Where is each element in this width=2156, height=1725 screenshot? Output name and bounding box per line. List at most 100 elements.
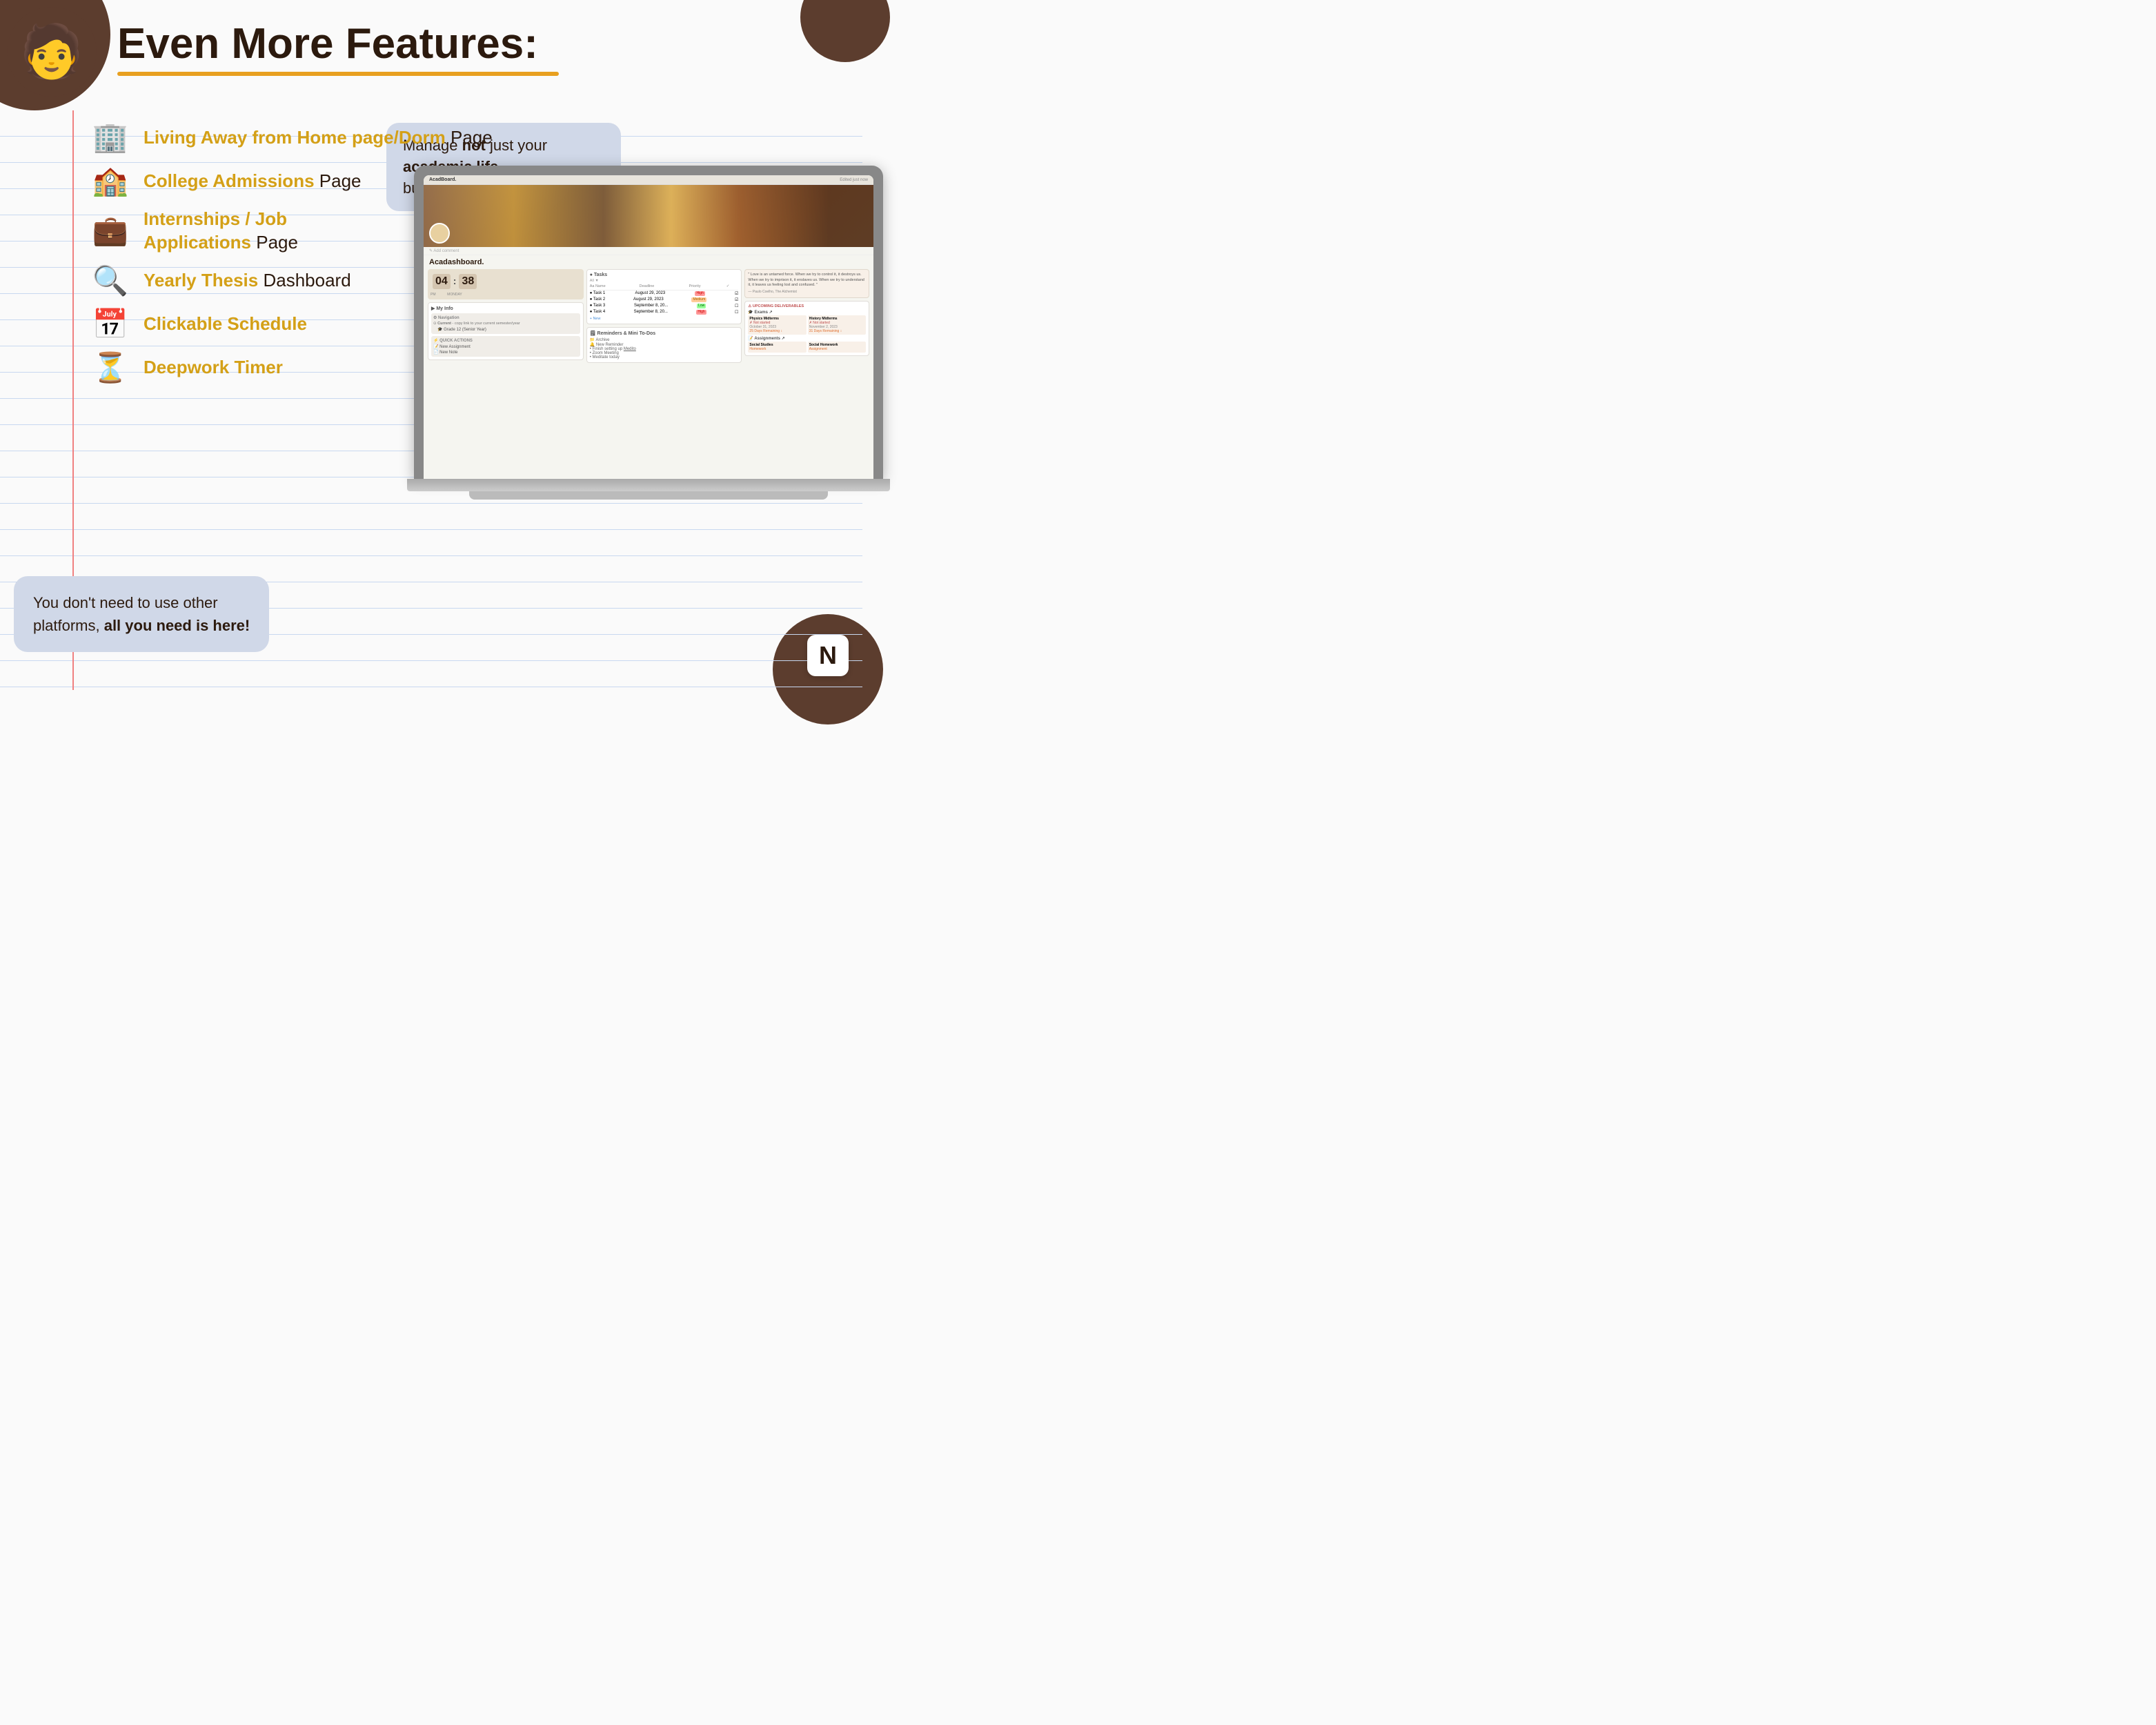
time-display: 04 : 38: [431, 272, 581, 291]
screen-middle-col: ● Tasks All ▼ Aa Name Deadline Priority …: [586, 269, 742, 363]
reminders-title: 🗒 Reminders & Mini To-Dos: [590, 331, 739, 336]
quote-author: — Paulo Coelho, The Alchemist: [748, 290, 866, 295]
assign-ss-type: Homework: [749, 347, 804, 351]
task-2-deadline: August 29, 2023: [633, 297, 664, 302]
task-3-name: ● Task 3: [590, 304, 606, 308]
feature-dorm-text: Living Away from Home page/Dorm Page: [144, 126, 493, 150]
nav-current: ⊙ Current - copy link to your current se…: [433, 322, 578, 326]
college-icon: 🏫: [90, 164, 131, 198]
new-task-btn[interactable]: + New: [590, 317, 739, 321]
laptop-base: [407, 479, 890, 491]
assignments-grid: Social Studies Homework Social Homework …: [748, 342, 866, 353]
task-1-deadline: August 29, 2023: [635, 291, 666, 296]
title-underline: [117, 72, 559, 76]
feature-timer-text: Deepwork Timer: [144, 356, 283, 379]
screen-header-edit[interactable]: Edited just now: [840, 178, 868, 182]
tasks-header: Aa Name Deadline Priority ✓: [590, 284, 739, 290]
screen-main-grid: 04 : 38 PM MONDAY ▶ My Info ⚙ Navigation: [424, 269, 873, 363]
task-row-3: ● Task 3 September 8, 20... Low ☐: [590, 303, 739, 309]
my-info-title: ▶ My Info: [431, 306, 580, 311]
page-title: Even More Features:: [117, 21, 849, 68]
task-3-deadline: September 8, 20...: [634, 304, 668, 308]
feature-schedule-highlight: Clickable Schedule: [144, 313, 307, 334]
assignment-social-hw: Social Homework Assignment: [808, 342, 866, 353]
exam-history-days: 31 Days Remaining ↕: [809, 329, 864, 333]
medito-link[interactable]: Medito: [624, 347, 636, 351]
screen-header-bar: AcadBoard. Edited just now: [424, 175, 873, 185]
task-4-deadline: September 8, 20...: [634, 310, 668, 315]
feature-dorm-highlight: Living Away from Home page/Dorm: [144, 127, 446, 148]
feature-internship-highlight: Internships / JobApplications: [144, 208, 287, 253]
feature-thesis-text: Yearly Thesis Dashboard: [144, 269, 351, 293]
exam-physics-days: 25 Days Remaining ↕: [749, 329, 804, 333]
tasks-title: ● Tasks: [590, 273, 739, 277]
task-3-check[interactable]: ☐: [735, 304, 738, 308]
timer-icon: ⏳: [90, 351, 131, 385]
upcoming-card: ⚠ UPCOMING DELIVERABLES 🎓 Exams ↗ Physic…: [744, 301, 869, 356]
feature-schedule-text: Clickable Schedule: [144, 313, 307, 336]
tasks-filter: All ▼: [590, 279, 739, 283]
laptop-screen-outer: AcadBoard. Edited just now ✎ Add comment…: [414, 166, 883, 479]
exams-section-label: 🎓 Exams ↗: [748, 310, 866, 315]
reminders-card: 🗒 Reminders & Mini To-Dos 📁 Archive 🔔 Ne…: [586, 327, 742, 363]
thesis-icon: 🔍: [90, 264, 131, 298]
reminder-meditate: • Meditate today: [590, 355, 739, 359]
nav-label: ⚙ Navigation: [433, 315, 578, 320]
laptop-stand: [469, 491, 828, 500]
feature-timer-highlight: Deepwork Timer: [144, 357, 283, 377]
tasks-card: ● Tasks All ▼ Aa Name Deadline Priority …: [586, 269, 742, 324]
bottom-bubble-text: You don't need to use other platforms, a…: [33, 594, 250, 634]
exams-grid: Physics Midterms ✗ Not started October 3…: [748, 315, 866, 335]
new-assignment-btn[interactable]: 📝 New Assignment: [433, 344, 578, 349]
task-1-check[interactable]: ☑: [735, 291, 738, 296]
laptop-screen: AcadBoard. Edited just now ✎ Add comment…: [424, 175, 873, 479]
task-1-priority: High: [695, 291, 704, 296]
screen-left-col: 04 : 38 PM MONDAY ▶ My Info ⚙ Navigation: [428, 269, 584, 363]
screen-header-title: AcadBoard.: [429, 177, 456, 182]
screen-content: AcadBoard. Edited just now ✎ Add comment…: [424, 175, 873, 479]
screen-right-col: " Love is an untamed force. When we try …: [744, 269, 869, 363]
time-colon: :: [453, 275, 457, 286]
my-info-card: ▶ My Info ⚙ Navigation ⊙ Current - copy …: [428, 302, 584, 360]
feature-dorm: 🏢 Living Away from Home page/Dorm Page: [90, 121, 493, 155]
header: Even More Features:: [117, 21, 849, 76]
quick-actions-label: ⚡ QUICK ACTIONS: [433, 338, 578, 343]
quick-actions-card: ⚡ QUICK ACTIONS 📝 New Assignment 📄 New N…: [431, 336, 580, 357]
schedule-icon: 📅: [90, 308, 131, 342]
reminder-new[interactable]: 🔔 New Reminder: [590, 342, 739, 347]
task-4-check[interactable]: ☐: [735, 310, 738, 315]
task-2-check[interactable]: ☑: [735, 297, 738, 302]
time-minutes: 38: [459, 274, 477, 289]
screen-dashboard-title: Acadashboard.: [429, 258, 868, 266]
upcoming-warning: ⚠ UPCOMING DELIVERABLES: [748, 304, 866, 308]
new-note-btn[interactable]: 📄 New Note: [433, 350, 578, 355]
add-comment-bar[interactable]: ✎ Add comment: [424, 247, 873, 255]
col-name: Aa Name: [590, 284, 639, 288]
avatar: 🧑: [7, 7, 97, 97]
col-priority: Priority: [689, 284, 726, 288]
col-deadline: Deadline: [640, 284, 689, 288]
feature-internship-text: Internships / JobApplications Page: [144, 208, 298, 255]
assignment-social-studies: Social Studies Homework: [748, 342, 806, 353]
task-row-1: ● Task 1 August 29, 2023 High ☑: [590, 290, 739, 297]
nav-grade: 🎓 Grade 12 (Senior Year): [433, 327, 578, 332]
task-3-priority: Low: [697, 304, 706, 308]
assign-social-type: Assignment: [809, 347, 864, 351]
feature-college-highlight: College Admissions: [144, 170, 315, 191]
screen-banner: [424, 185, 873, 247]
time-card: 04 : 38 PM MONDAY: [428, 269, 584, 299]
reminder-archive[interactable]: 📁 Archive: [590, 337, 739, 342]
time-label: PM MONDAY: [431, 293, 581, 297]
col-done: ✓: [726, 284, 739, 288]
exam-physics: Physics Midterms ✗ Not started October 3…: [748, 315, 806, 335]
dorm-icon: 🏢: [90, 121, 131, 155]
task-2-priority: Medium: [691, 297, 706, 302]
notion-icon[interactable]: N: [807, 635, 849, 676]
task-2-name: ● Task 2: [590, 297, 606, 302]
task-4-priority: High: [696, 310, 706, 315]
time-hours: 04: [433, 274, 451, 289]
feature-college-text: College Admissions Page: [144, 170, 362, 193]
task-4-name: ● Task 4: [590, 310, 606, 315]
assignments-section-label: 📝 Assignments ↗: [748, 336, 866, 341]
feature-thesis-highlight: Yearly Thesis: [144, 270, 258, 290]
